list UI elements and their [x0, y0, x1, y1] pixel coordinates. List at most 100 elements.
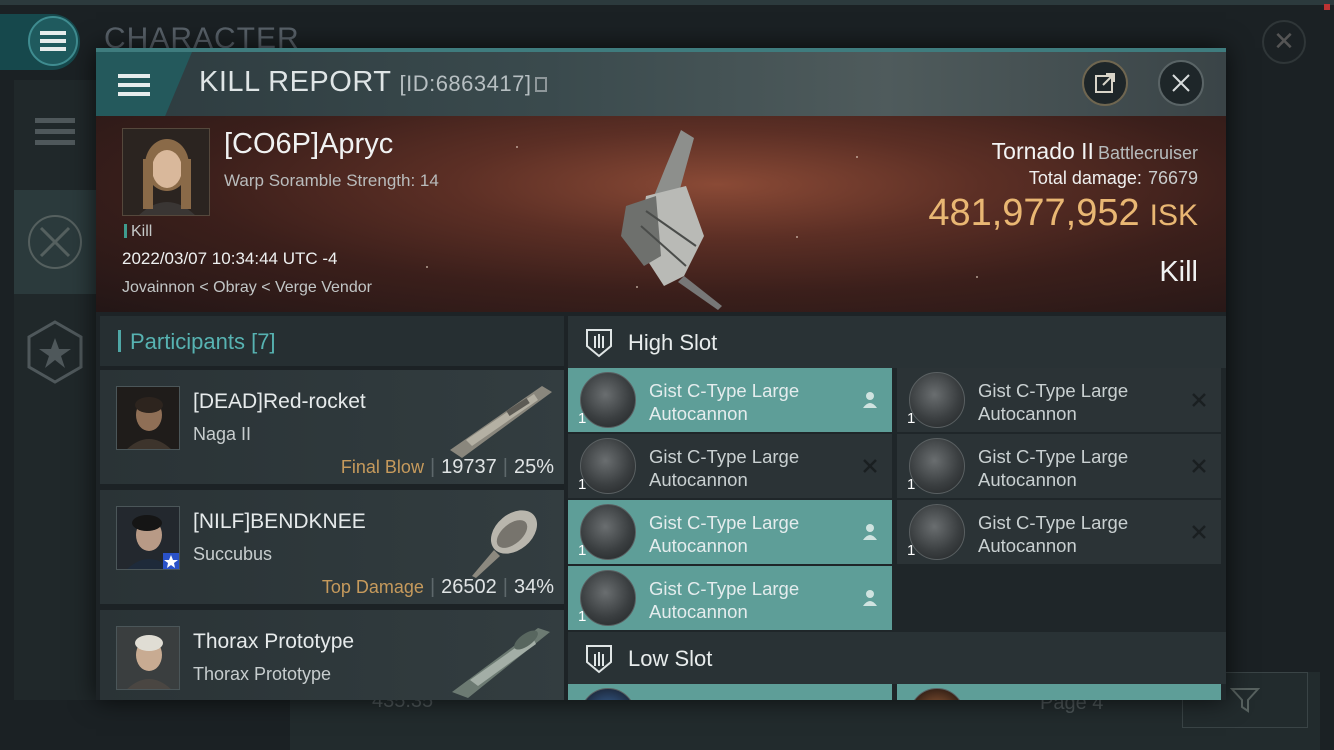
kill-datetime: 2022/03/07 10:34:44 UTC -4	[122, 249, 338, 268]
dropped-person-icon	[860, 522, 880, 542]
item-quantity: 1	[907, 542, 916, 559]
destroyed-x-icon	[860, 456, 880, 476]
destroyed-x-icon	[1189, 456, 1209, 476]
total-damage: Total damage: 76679	[1029, 168, 1198, 189]
item-name: Gist C-Type Large Autocannon	[649, 379, 799, 425]
kill-tag: Kill	[124, 223, 152, 241]
fitting-item[interactable]: 1 Gist C-Type Large Autocannon	[568, 368, 892, 432]
sidebar-menu-button[interactable]	[14, 80, 96, 184]
participant-name[interactable]: [DEAD]Red-rocket	[193, 390, 366, 414]
item-name-line2: Autocannon	[978, 403, 1077, 424]
low-slot-header: Low Slot	[568, 632, 1226, 684]
sidebar-combat-button[interactable]	[14, 190, 96, 294]
kill-report-id: [ID:6863417]	[399, 71, 532, 96]
background-top-bar	[0, 0, 1334, 5]
fitting-panel: High Slot 1 Gist C-Type Large Autocannon …	[568, 316, 1226, 700]
fitting-item-partial[interactable]	[568, 684, 892, 700]
participants-title-text: Participants	[130, 329, 245, 354]
copy-icon[interactable]	[535, 77, 548, 92]
fitting-item[interactable]: 1 Gist C-Type Large Autocannon	[568, 566, 892, 630]
item-name-line1: Gist C-Type Large	[978, 446, 1129, 467]
window-title: KILL REPORT [ID:6863417]	[199, 66, 548, 99]
item-name: Gist C-Type Large Autocannon	[978, 379, 1128, 425]
notification-dot	[1324, 4, 1330, 10]
module-icon	[580, 688, 636, 700]
ship-name[interactable]: Tornado II Battlecruiser	[992, 138, 1198, 165]
item-name-line1: Gist C-Type Large	[649, 578, 800, 599]
participant-damage: 19737	[441, 456, 497, 478]
participant-stats: Top Damage | 26502 | 34%	[322, 576, 554, 599]
item-name-line2: Autocannon	[649, 601, 748, 622]
background-close-button[interactable]: ✕	[1262, 20, 1306, 64]
high-slot-header: High Slot	[568, 316, 1226, 368]
dropped-person-icon	[860, 390, 880, 410]
victim-portrait[interactable]	[122, 128, 210, 216]
participant-row[interactable]: [DEAD]Red-rocket Naga II Final Blow | 1973…	[100, 370, 564, 484]
fitting-item[interactable]: 1 Gist C-Type Large Autocannon	[897, 500, 1221, 564]
participant-stats: Final Blow | 19737 | 25%	[341, 456, 554, 479]
fitting-item[interactable]: 1 Gist C-Type Large Autocannon	[897, 434, 1221, 498]
participant-percent: 34%	[513, 576, 554, 598]
filter-icon	[1230, 688, 1260, 713]
victim-subtitle: Warp Soramble Strength: 14	[224, 171, 439, 190]
close-icon	[1172, 74, 1190, 92]
isk-amount: 481,977,952	[928, 192, 1140, 234]
main-menu-button[interactable]	[0, 14, 80, 70]
item-name: Gist C-Type Large Autocannon	[978, 511, 1128, 557]
participant-row[interactable]: Thorax Prototype Thorax Prototype	[100, 610, 564, 700]
stat-separator: |	[429, 456, 436, 478]
kill-report-window: KILL REPORT [ID:6863417] [CO6P]Apryc Warp…	[96, 48, 1226, 700]
victim-name[interactable]: [CO6P]Apryc	[224, 128, 393, 161]
participants-header-marker	[118, 330, 121, 352]
participant-ship: Succubus	[193, 544, 273, 564]
item-quantity: 1	[578, 410, 587, 427]
item-name: Gist C-Type Large Autocannon	[649, 577, 799, 623]
kill-result: Kill	[1159, 256, 1198, 288]
external-link-icon	[1095, 73, 1115, 93]
sidebar-star-button[interactable]	[14, 300, 96, 404]
destroyed-x-icon	[1189, 390, 1209, 410]
fitting-item[interactable]: 1 Gist C-Type Large Autocannon	[568, 500, 892, 564]
stat-separator: |	[429, 576, 436, 598]
fitting-item[interactable]: 1 Gist C-Type Large Autocannon	[897, 368, 1221, 432]
isk-value: 481,977,952 ISK	[928, 192, 1198, 235]
participant-portrait[interactable]	[116, 506, 180, 570]
kill-tag-marker	[124, 224, 127, 238]
kill-location[interactable]: Jovainnon < Obray < Verge Vendor	[122, 279, 372, 297]
participants-panel: Participants [7] [DEAD]Red-rocket Naga I…	[100, 316, 564, 700]
item-quantity: 1	[907, 410, 916, 427]
item-quantity: 1	[907, 476, 916, 493]
item-name-line1: Gist C-Type Large	[978, 512, 1129, 533]
item-name-line1: Gist C-Type Large	[978, 380, 1129, 401]
participant-name[interactable]: [NILF]BENDKNEE	[193, 510, 366, 534]
participant-ship: Thorax Prototype	[193, 664, 332, 684]
item-quantity: 1	[578, 476, 587, 493]
fitting-item-partial[interactable]	[897, 684, 1221, 700]
kill-report-title: KILL REPORT	[199, 66, 392, 98]
participant-portrait[interactable]	[116, 626, 180, 690]
victim-avatar-image	[123, 129, 209, 215]
autocannon-icon	[580, 372, 636, 428]
autocannon-icon	[580, 438, 636, 494]
kill-tag-label: Kill	[131, 223, 153, 240]
participant-portrait[interactable]	[116, 386, 180, 450]
isk-unit: ISK	[1149, 199, 1198, 232]
autocannon-icon	[580, 504, 636, 560]
close-button[interactable]	[1158, 60, 1204, 106]
total-damage-label: Total damage:	[1028, 168, 1142, 188]
list-icon	[35, 118, 75, 145]
hamburger-icon	[118, 74, 150, 96]
autocannon-icon	[580, 570, 636, 626]
participant-row[interactable]: [NILF]BENDKNEE Succubus Top Damage | 26502…	[100, 490, 564, 604]
share-button[interactable]	[1082, 60, 1128, 106]
item-name-line1: Gist C-Type Large	[649, 512, 800, 533]
participant-name[interactable]: Thorax Prototype	[193, 630, 354, 654]
background-star	[426, 266, 428, 268]
participant-damage: 26502	[441, 576, 497, 598]
item-name-line1: Gist C-Type Large	[649, 380, 800, 401]
fitting-item[interactable]: 1 Gist C-Type Large Autocannon	[568, 434, 892, 498]
participant-ship-image	[452, 628, 550, 698]
item-name-line2: Autocannon	[649, 535, 748, 556]
stat-separator: |	[502, 576, 508, 598]
participant-label: Final Blow	[340, 457, 424, 477]
